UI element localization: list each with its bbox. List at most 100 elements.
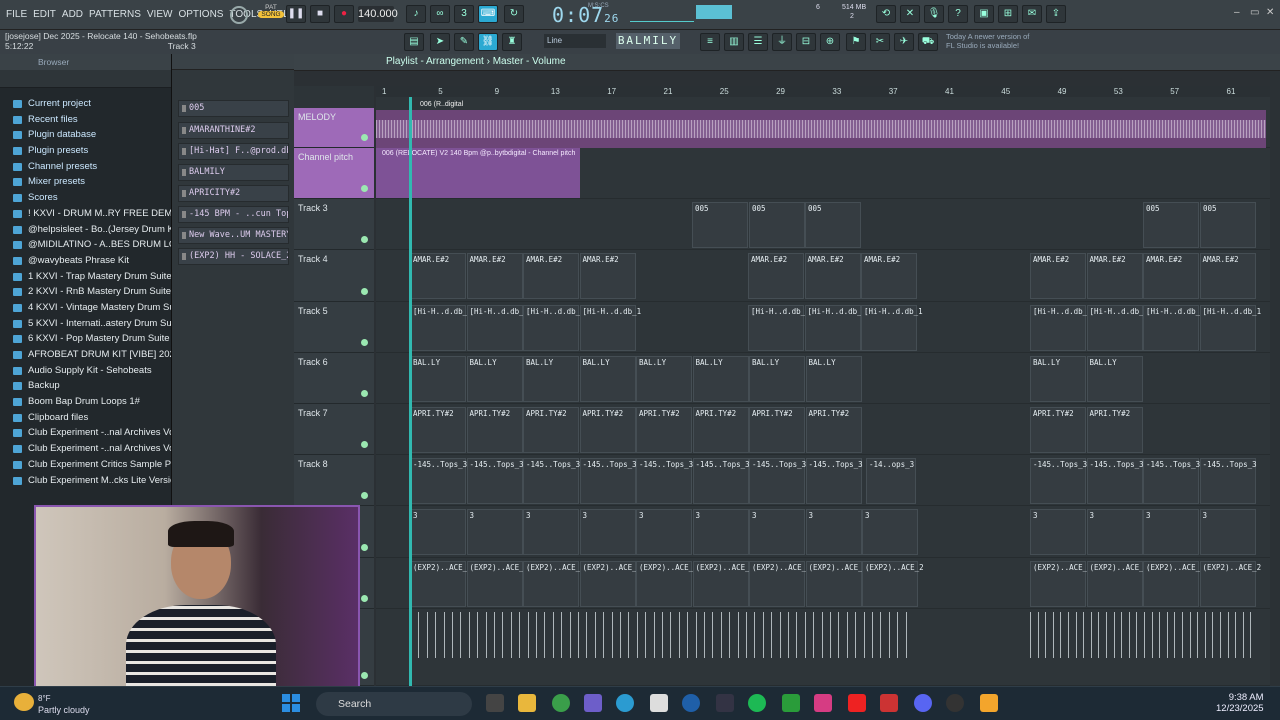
pattern-clip[interactable]: -145..Tops_3 bbox=[1086, 458, 1144, 504]
pattern-clip[interactable]: -145..Tops_3 bbox=[1143, 458, 1200, 504]
master-pitch-knob[interactable] bbox=[230, 6, 248, 24]
rack-channel[interactable]: New Wave..UM MASTERY] bbox=[178, 227, 289, 244]
pattern-clip[interactable]: (EXP2)..ACE_2 bbox=[1199, 561, 1261, 607]
pattern-clip[interactable]: [Hi-H..d.db_1 bbox=[410, 305, 472, 351]
undo-icon[interactable]: ⟲ bbox=[876, 5, 896, 23]
pattern-clip[interactable]: BAL.LY bbox=[636, 356, 692, 402]
pattern-clip[interactable]: (EXP2)..ACE_2 bbox=[862, 561, 924, 607]
pattern-clip[interactable]: 005 bbox=[1143, 202, 1199, 248]
pattern-clip[interactable]: 005 bbox=[1200, 202, 1256, 248]
pattern-clip[interactable]: (EXP2)..ACE_2 bbox=[1086, 561, 1148, 607]
pattern-clip[interactable]: 3 bbox=[1030, 509, 1086, 555]
track-mute-led[interactable] bbox=[361, 595, 368, 602]
browser-item[interactable]: Club Experiment Critics Sample Pack bbox=[0, 457, 171, 473]
pattern-clip[interactable]: [Hi-H..d.db_1 bbox=[748, 305, 810, 351]
pattern-clip[interactable]: AMAR.E#2 bbox=[579, 253, 636, 299]
rack-channel[interactable]: [Hi-Hat] F..@prod.db_1 bbox=[178, 143, 289, 160]
mic-icon[interactable]: 🎙 bbox=[924, 5, 944, 23]
pattern-clip[interactable]: -145..Tops_3 bbox=[636, 458, 693, 504]
tools-icon[interactable]: ✕ bbox=[900, 5, 920, 23]
pattern-clip[interactable]: BAL.LY bbox=[692, 356, 749, 402]
rack-channel[interactable]: APRICITY#2 bbox=[178, 185, 289, 202]
pattern-clip[interactable]: APRI.TY#2 bbox=[805, 407, 862, 453]
save-icon[interactable]: ▣ bbox=[974, 5, 994, 23]
browser-icon[interactable]: ⊟ bbox=[796, 33, 816, 51]
pattern-clip[interactable]: [Hi-H..d.db_1 bbox=[523, 305, 585, 351]
browser-item[interactable]: Mixer presets bbox=[0, 174, 171, 190]
pattern-clip[interactable]: [Hi-H..d.db_1 bbox=[861, 305, 923, 351]
pattern-clip[interactable]: APRI.TY#2 bbox=[1030, 407, 1086, 453]
track-header[interactable]: Track 4 bbox=[294, 250, 374, 302]
rack-channel[interactable]: BALMILY bbox=[178, 164, 289, 181]
track-header[interactable]: Track 8 bbox=[294, 455, 374, 506]
rack-channel[interactable]: AMARANTHINE#2 bbox=[178, 122, 289, 139]
playlist-icon[interactable]: ☰ bbox=[748, 33, 768, 51]
pat-song-toggle[interactable]: PAT SONG bbox=[258, 4, 284, 26]
pattern-clip[interactable]: (EXP2)..ACE_2 bbox=[1143, 561, 1205, 607]
automation-clip-pitch[interactable]: 006 (RELOCATE) V2 140 Bpm @p..bytbdigita… bbox=[376, 148, 580, 198]
voicemeeter-icon[interactable] bbox=[880, 694, 898, 712]
pattern-clip[interactable]: -145..Tops_3 bbox=[749, 458, 806, 504]
track-header[interactable]: Track 5 bbox=[294, 302, 374, 353]
export-icon[interactable]: ⇪ bbox=[1046, 5, 1066, 23]
pattern-clip[interactable]: (EXP2)..ACE_2 bbox=[523, 561, 585, 607]
pattern-clip[interactable]: 3 bbox=[1199, 509, 1256, 555]
browser-item[interactable]: 4 KXVI - Vintage Mastery Drum Suite bbox=[0, 300, 171, 316]
pattern-clip[interactable]: 005 bbox=[749, 202, 805, 248]
project-icon[interactable]: ✂ bbox=[870, 33, 890, 51]
pattern-clip[interactable]: APRI.TY#2 bbox=[692, 407, 749, 453]
weather-icon[interactable] bbox=[14, 693, 34, 711]
track-mute-led[interactable] bbox=[361, 236, 368, 243]
browser-item[interactable]: Plugin database bbox=[0, 127, 171, 143]
app-icon-blue[interactable] bbox=[682, 694, 700, 712]
track-mute-led[interactable] bbox=[361, 288, 368, 295]
pattern-clip[interactable]: AMAR.E#2 bbox=[1143, 253, 1199, 299]
pattern-clip[interactable]: [Hi-H..d.db_1 bbox=[804, 305, 866, 351]
track-mute-led[interactable] bbox=[361, 492, 368, 499]
xbox-icon[interactable] bbox=[782, 694, 800, 712]
pattern-clip[interactable]: 3 bbox=[805, 509, 862, 555]
file-explorer-icon[interactable] bbox=[518, 694, 536, 712]
pattern-selector[interactable]: BALMILY bbox=[616, 33, 680, 49]
track-mute-led[interactable] bbox=[361, 185, 368, 192]
pattern-clip[interactable]: [Hi-H..d.db_1 bbox=[466, 305, 528, 351]
browser-item[interactable]: 6 KXVI - Pop Mastery Drum Suite bbox=[0, 331, 171, 347]
spotify-icon[interactable] bbox=[748, 694, 766, 712]
pattern-clip[interactable]: BAL.LY bbox=[1086, 356, 1143, 402]
pattern-clip[interactable]: [Hi-H..d.db_1 bbox=[1030, 305, 1092, 351]
pattern-clip[interactable]: APRI.TY#2 bbox=[466, 407, 523, 453]
rack-channel[interactable]: 005 bbox=[178, 100, 289, 117]
plugins-icon[interactable]: ⊞ bbox=[998, 5, 1018, 23]
browser-item[interactable]: @wavybeats Phrase Kit bbox=[0, 253, 171, 269]
chat-icon[interactable]: ✉ bbox=[1022, 5, 1042, 23]
countdown-button[interactable]: 3 bbox=[454, 5, 474, 23]
pattern-clip[interactable]: -145..Tops_3 bbox=[692, 458, 750, 504]
pattern-clip[interactable]: APRI.TY#2 bbox=[410, 407, 466, 453]
help-icon[interactable]: ? bbox=[948, 5, 968, 23]
store-icon[interactable] bbox=[650, 694, 668, 712]
pattern-clip[interactable]: [Hi-H..d.db_1 bbox=[1086, 305, 1148, 351]
windows-start-icon[interactable] bbox=[282, 694, 300, 712]
record-button[interactable]: ● bbox=[334, 5, 354, 23]
pattern-clip[interactable]: APRI.TY#2 bbox=[749, 407, 805, 453]
pattern-clip[interactable]: [Hi-H..d.db_1 bbox=[1143, 305, 1205, 351]
pattern-clip[interactable]: 3 bbox=[862, 509, 918, 555]
system-clock[interactable]: 9:38 AM 12/23/2025 bbox=[1216, 692, 1264, 714]
video-icon[interactable]: ✈ bbox=[894, 33, 914, 51]
pattern-clip[interactable]: BAL.LY bbox=[749, 356, 805, 402]
loop-record-button[interactable]: ↻ bbox=[504, 5, 524, 23]
instagram-icon[interactable] bbox=[814, 694, 832, 712]
browser-item[interactable]: AFROBEAT DRUM KIT [VIBE] 2023 bbox=[0, 347, 171, 363]
pattern-clip[interactable]: (EXP2)..ACE_2 bbox=[1030, 561, 1092, 607]
browser-item[interactable]: @helpsisleet - Bo..(Jersey Drum Kit) bbox=[0, 222, 171, 238]
browser-item[interactable]: Plugin presets bbox=[0, 143, 171, 159]
pattern-clip[interactable]: APRI.TY#2 bbox=[636, 407, 692, 453]
task-view-icon[interactable] bbox=[486, 694, 504, 712]
menu-view[interactable]: VIEW bbox=[147, 9, 173, 20]
pattern-clip[interactable]: 3 bbox=[749, 509, 805, 555]
playlist-path-master[interactable]: Master bbox=[493, 56, 524, 67]
tempo-display[interactable]: 140.000 bbox=[358, 6, 398, 22]
snap-select[interactable]: Line bbox=[544, 34, 606, 48]
track-header[interactable]: Track 6 bbox=[294, 353, 374, 404]
browser-item[interactable]: 1 KXVI - Trap Mastery Drum Suite bbox=[0, 269, 171, 285]
